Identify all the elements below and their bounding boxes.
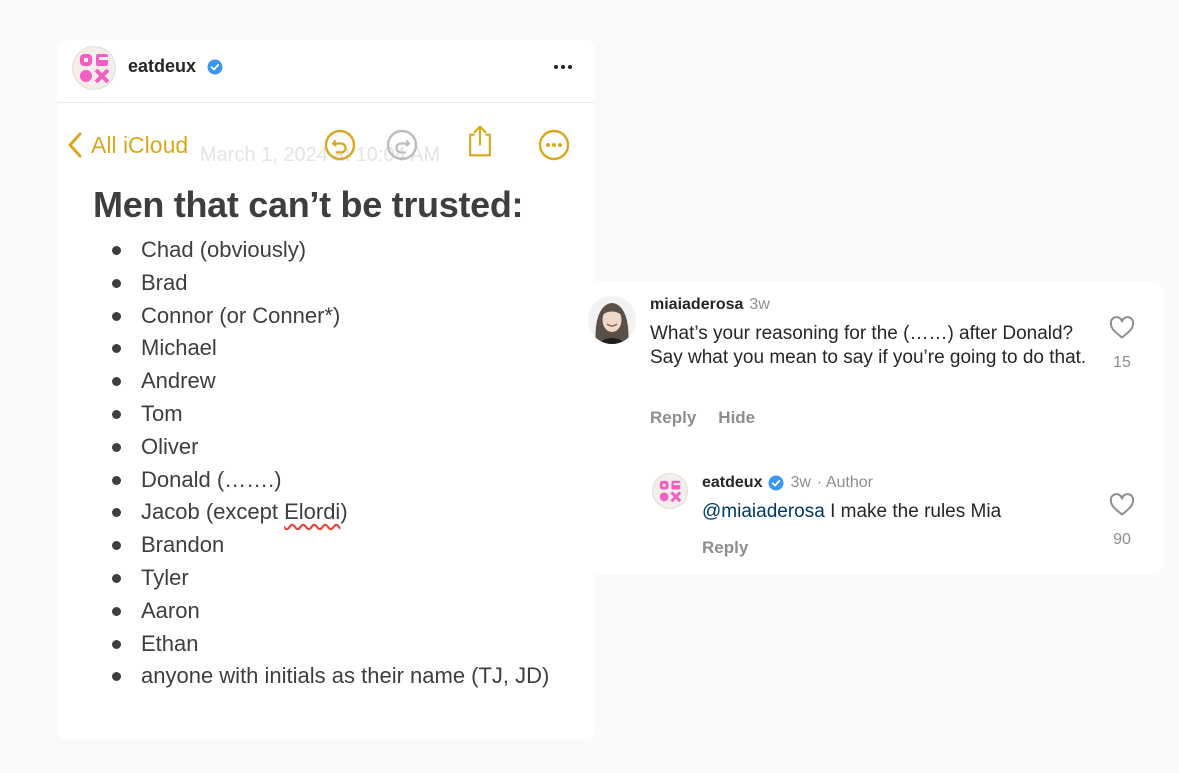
list-item: Tyler — [112, 562, 582, 595]
reply-button[interactable]: Reply — [702, 538, 748, 558]
like-count: 15 — [1113, 354, 1131, 371]
reply-avatar-wrap — [652, 473, 688, 509]
share-icon[interactable] — [463, 124, 497, 158]
notes-toolbar: March 1, 2024 at 10:04 AM All iCloud — [57, 104, 595, 184]
mention-link[interactable]: @miaiaderosa — [702, 501, 825, 522]
list-item: Brandon — [112, 529, 582, 562]
list-item: Tom — [112, 398, 582, 431]
reply-time: 3w — [790, 474, 811, 491]
more-options-icon[interactable] — [548, 54, 578, 80]
verified-icon — [768, 475, 784, 491]
post-username[interactable]: eatdeux — [128, 56, 196, 77]
comment-actions: Reply Hide — [650, 408, 755, 428]
reply-meta: eatdeux 3w · Author — [702, 474, 873, 492]
like-count: 90 — [1113, 531, 1131, 548]
eatdeux-avatar[interactable] — [652, 473, 688, 509]
reply-body: I make the rules Mia — [824, 501, 1002, 522]
comment-time: 3w — [749, 296, 770, 313]
heart-icon[interactable] — [1109, 493, 1135, 517]
chevron-left-icon — [68, 132, 82, 158]
list-item: Aaron — [112, 595, 582, 628]
list-item: anyone with initials as their name (TJ, … — [112, 660, 582, 693]
list-item-text: Jacob (except — [141, 499, 285, 525]
comment-meta: miaiaderosa 3w — [650, 296, 770, 314]
instagram-post: eatdeux March 1, 2024 at 10:04 AM All iC… — [57, 40, 595, 740]
reply-button[interactable]: Reply — [650, 408, 696, 428]
comment-username[interactable]: miaiaderosa — [650, 296, 743, 314]
list-item: Jacob (except Elordi) — [112, 496, 582, 529]
comment-text: What’s your reasoning for the (……) after… — [650, 323, 1087, 368]
verified-icon — [207, 59, 223, 75]
back-all-icloud[interactable]: All iCloud — [67, 130, 188, 160]
list-item: Brad — [112, 267, 582, 300]
undo-icon[interactable] — [323, 128, 357, 162]
deux-logo-icon — [80, 54, 109, 83]
back-label: All iCloud — [91, 131, 189, 158]
hide-button[interactable]: Hide — [718, 408, 755, 428]
heart-icon[interactable] — [1109, 316, 1135, 340]
list-item: Andrew — [112, 365, 582, 398]
list-item: Chad (obviously) — [112, 234, 582, 267]
miaiaderosa-avatar[interactable] — [588, 296, 636, 344]
comments-section: miaiaderosa 3w What’s your reasoning for… — [586, 282, 1164, 574]
post-header: eatdeux — [57, 40, 595, 103]
deux-logo-icon — [659, 480, 681, 502]
list-item: Michael — [112, 332, 582, 365]
reply-actions: Reply — [702, 538, 748, 558]
reply-username[interactable]: eatdeux — [702, 474, 762, 492]
note-title: Men that can’t be trusted: — [93, 184, 524, 225]
list-item: Connor (or Conner*) — [112, 300, 582, 333]
note-list: Chad (obviously) Brad Connor (or Conner*… — [112, 234, 582, 693]
list-item: Donald (…….) — [112, 464, 582, 497]
redo-icon[interactable] — [385, 128, 419, 162]
misspelled-word: Elordi — [284, 499, 341, 525]
profile-photo-icon — [588, 296, 636, 344]
author-tag: · Author — [816, 474, 873, 491]
list-item-text-end: ) — [340, 499, 348, 525]
more-circle-icon[interactable] — [537, 128, 571, 162]
list-item: Oliver — [112, 431, 582, 464]
reply-text: @miaiaderosa I make the rules Mia — [702, 500, 1082, 524]
list-item: Ethan — [112, 628, 582, 661]
eatdeux-avatar[interactable] — [72, 46, 116, 90]
